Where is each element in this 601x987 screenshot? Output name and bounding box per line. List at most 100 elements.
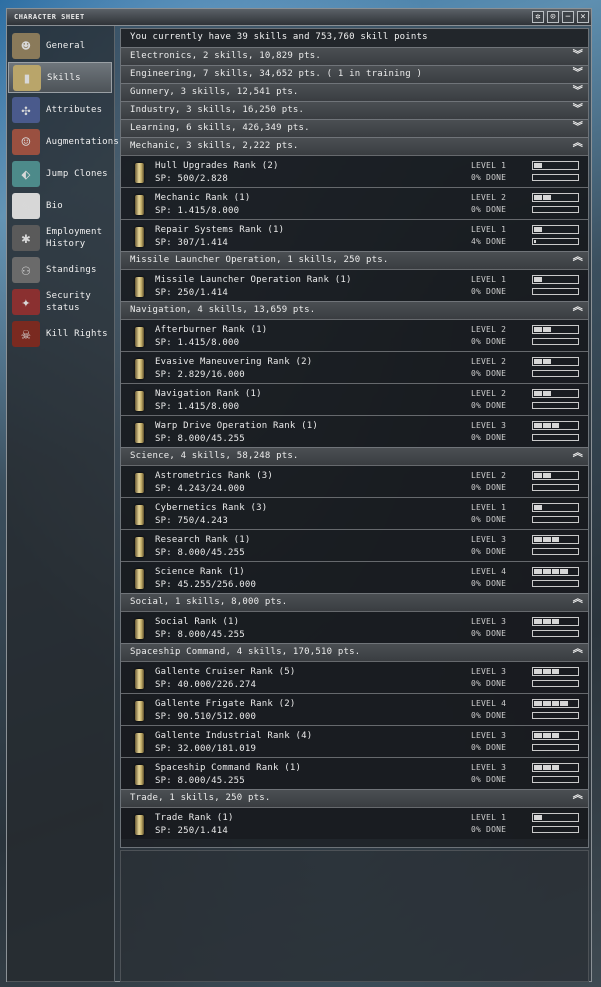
skill-progress-text: 0% DONE	[471, 679, 507, 688]
sidebar-item-standings[interactable]: ⚇ Standings	[8, 254, 112, 285]
expand-icon[interactable]: ︾	[573, 69, 583, 79]
skill-level-bar	[532, 699, 579, 708]
skill-row[interactable]: Hull Upgrades Rank (2) SP: 500/2.828 LEVEL…	[121, 155, 588, 187]
skill-name: Hull Upgrades Rank (2)	[155, 161, 279, 171]
close-icon[interactable]: ×	[577, 11, 589, 23]
skill-row[interactable]: Spaceship Command Rank (1) SP: 8.000/45.2…	[121, 757, 588, 789]
skill-progress-text: 0% DONE	[471, 775, 507, 784]
skill-row[interactable]: Gallente Industrial Rank (4) SP: 32.000/1…	[121, 725, 588, 757]
skillbook-icon	[135, 733, 144, 753]
sidebar-item-skills[interactable]: ▮ Skills	[8, 62, 112, 93]
skill-row[interactable]: Repair Systems Rank (1) SP: 307/1.414 LEVE…	[121, 219, 588, 251]
skill-progress-bar	[532, 776, 579, 783]
skill-group-header[interactable]: Missile Launcher Operation, 1 skills, 25…	[121, 251, 588, 269]
sidebar-item-employment-history[interactable]: ✱ Employment History	[8, 222, 112, 253]
sidebar-item-label: Standings	[46, 264, 97, 275]
skill-name: Missile Launcher Operation Rank (1)	[155, 275, 352, 285]
skill-progress-text: 0% DONE	[471, 205, 507, 214]
skill-row[interactable]: Navigation Rank (1) SP: 1.415/8.000 LEVEL …	[121, 383, 588, 415]
sidebar-item-jump-clones[interactable]: ⬖ Jump Clones	[8, 158, 112, 189]
skill-name: Repair Systems Rank (1)	[155, 225, 285, 235]
skill-row[interactable]: Afterburner Rank (1) SP: 1.415/8.000 LEVEL…	[121, 319, 588, 351]
kill-rights-icon: ☠	[12, 320, 40, 347]
skill-group-header[interactable]: Navigation, 4 skills, 13,659 pts. ︽	[121, 301, 588, 319]
skill-points: SP: 4.243/24.000	[155, 484, 245, 494]
skill-group-header[interactable]: Learning, 6 skills, 426,349 pts. ︾	[121, 119, 588, 137]
skill-row[interactable]: Gallente Cruiser Rank (5) SP: 40.000/226.…	[121, 661, 588, 693]
skill-row[interactable]: Warp Drive Operation Rank (1) SP: 8.000/4…	[121, 415, 588, 447]
skill-progress-bar	[532, 174, 579, 181]
sidebar-item-kill-rights[interactable]: ☠ Kill Rights	[8, 318, 112, 349]
collapse-icon[interactable]: ︽	[573, 303, 583, 313]
skill-group-header[interactable]: Spaceship Command, 4 skills, 170,510 pts…	[121, 643, 588, 661]
skill-level-bar	[532, 471, 579, 480]
skill-progress-bar	[532, 370, 579, 377]
augmentation-icon: ☺	[12, 128, 40, 155]
skill-group-header[interactable]: Mechanic, 3 skills, 2,222 pts. ︽	[121, 137, 588, 155]
skillbook-icon	[135, 359, 144, 379]
collapse-icon[interactable]: ︽	[573, 139, 583, 149]
skill-level: LEVEL 1	[471, 503, 507, 512]
expand-icon[interactable]: ︾	[573, 123, 583, 133]
skill-level-bar	[532, 667, 579, 676]
skill-points: SP: 1.415/8.000	[155, 402, 240, 412]
skill-group-header[interactable]: Engineering, 7 skills, 34,652 pts. ( 1 i…	[121, 65, 588, 83]
pin-icon[interactable]: ⊙	[547, 11, 559, 23]
collapse-icon[interactable]: ︽	[573, 449, 583, 459]
skill-row[interactable]: Gallente Frigate Rank (2) SP: 90.510/512.…	[121, 693, 588, 725]
skill-points: SP: 8.000/45.255	[155, 630, 245, 640]
minimize-icon[interactable]: −	[562, 11, 574, 23]
skill-row[interactable]: Missile Launcher Operation Rank (1) SP: 2…	[121, 269, 588, 301]
title-bar[interactable]: CHARACTER SHEET ✲ ⊙ − ×	[7, 9, 591, 26]
skill-group-header[interactable]: Science, 4 skills, 58,248 pts. ︽	[121, 447, 588, 465]
sidebar-item-attributes[interactable]: ✣ Attributes	[8, 94, 112, 125]
skill-progress-bar	[532, 484, 579, 491]
skill-row[interactable]: Evasive Maneuvering Rank (2) SP: 2.829/16…	[121, 351, 588, 383]
skill-group-header[interactable]: Industry, 3 skills, 16,250 pts. ︾	[121, 101, 588, 119]
skill-row[interactable]: Science Rank (1) SP: 45.255/256.000 LEVEL …	[121, 561, 588, 593]
collapse-icon[interactable]: ︽	[573, 791, 583, 801]
skill-points: SP: 8.000/45.255	[155, 776, 245, 786]
settings-icon[interactable]: ✲	[532, 11, 544, 23]
skill-group-header[interactable]: Electronics, 2 skills, 10,829 pts. ︾	[121, 47, 588, 65]
skill-level-bar	[532, 357, 579, 366]
skill-name: Navigation Rank (1)	[155, 389, 262, 399]
sidebar-item-label: General	[46, 40, 86, 51]
skill-group-label: Learning, 6 skills, 426,349 pts.	[130, 123, 310, 133]
sidebar-item-security-status[interactable]: ✦ Security status	[8, 286, 112, 317]
sidebar-item-bio[interactable]: ✎ Bio	[8, 190, 112, 221]
collapse-icon[interactable]: ︽	[573, 595, 583, 605]
sidebar-item-augmentations[interactable]: ☺ Augmentations	[8, 126, 119, 157]
skill-row[interactable]: Cybernetics Rank (3) SP: 750/4.243 LEVEL 1…	[121, 497, 588, 529]
collapse-icon[interactable]: ︽	[573, 645, 583, 655]
skill-row[interactable]: Trade Rank (1) SP: 250/1.414 LEVEL 1 0% DON…	[121, 807, 588, 839]
skill-progress-text: 0% DONE	[471, 743, 507, 752]
skill-row[interactable]: Research Rank (1) SP: 8.000/45.255 LEVEL 3…	[121, 529, 588, 561]
expand-icon[interactable]: ︾	[573, 105, 583, 115]
skill-level-bar	[532, 389, 579, 398]
character-sheet-window: CHARACTER SHEET ✲ ⊙ − × ☻ General ▮ Skills ✣…	[6, 8, 592, 982]
skill-progress-bar	[532, 288, 579, 295]
skill-level-bar	[532, 325, 579, 334]
skill-group-header[interactable]: Trade, 1 skills, 250 pts. ︽	[121, 789, 588, 807]
expand-icon[interactable]: ︾	[573, 51, 583, 61]
skill-level-bar	[532, 421, 579, 430]
sidebar-item-general[interactable]: ☻ General	[8, 30, 112, 61]
skill-level-bar	[532, 225, 579, 234]
expand-icon[interactable]: ︾	[573, 87, 583, 97]
skill-level: LEVEL 2	[471, 193, 507, 202]
portrait-icon: ☻	[12, 32, 40, 59]
skill-row[interactable]: Mechanic Rank (1) SP: 1.415/8.000 LEVEL 2 0…	[121, 187, 588, 219]
skill-row[interactable]: Astrometrics Rank (3) SP: 4.243/24.000 LEV…	[121, 465, 588, 497]
skill-row[interactable]: Social Rank (1) SP: 8.000/45.255 LEVEL 3 0%…	[121, 611, 588, 643]
skill-group-header[interactable]: Social, 1 skills, 8,000 pts. ︽	[121, 593, 588, 611]
skill-progress-bar	[532, 680, 579, 687]
skill-name: Afterburner Rank (1)	[155, 325, 268, 335]
skillbook-icon	[135, 391, 144, 411]
skill-level: LEVEL 3	[471, 667, 507, 676]
collapse-icon[interactable]: ︽	[573, 253, 583, 263]
skillbook-icon	[135, 569, 144, 589]
skillbook-icon	[135, 227, 144, 247]
skill-progress-bar	[532, 338, 579, 345]
skill-group-header[interactable]: Gunnery, 3 skills, 12,541 pts. ︾	[121, 83, 588, 101]
